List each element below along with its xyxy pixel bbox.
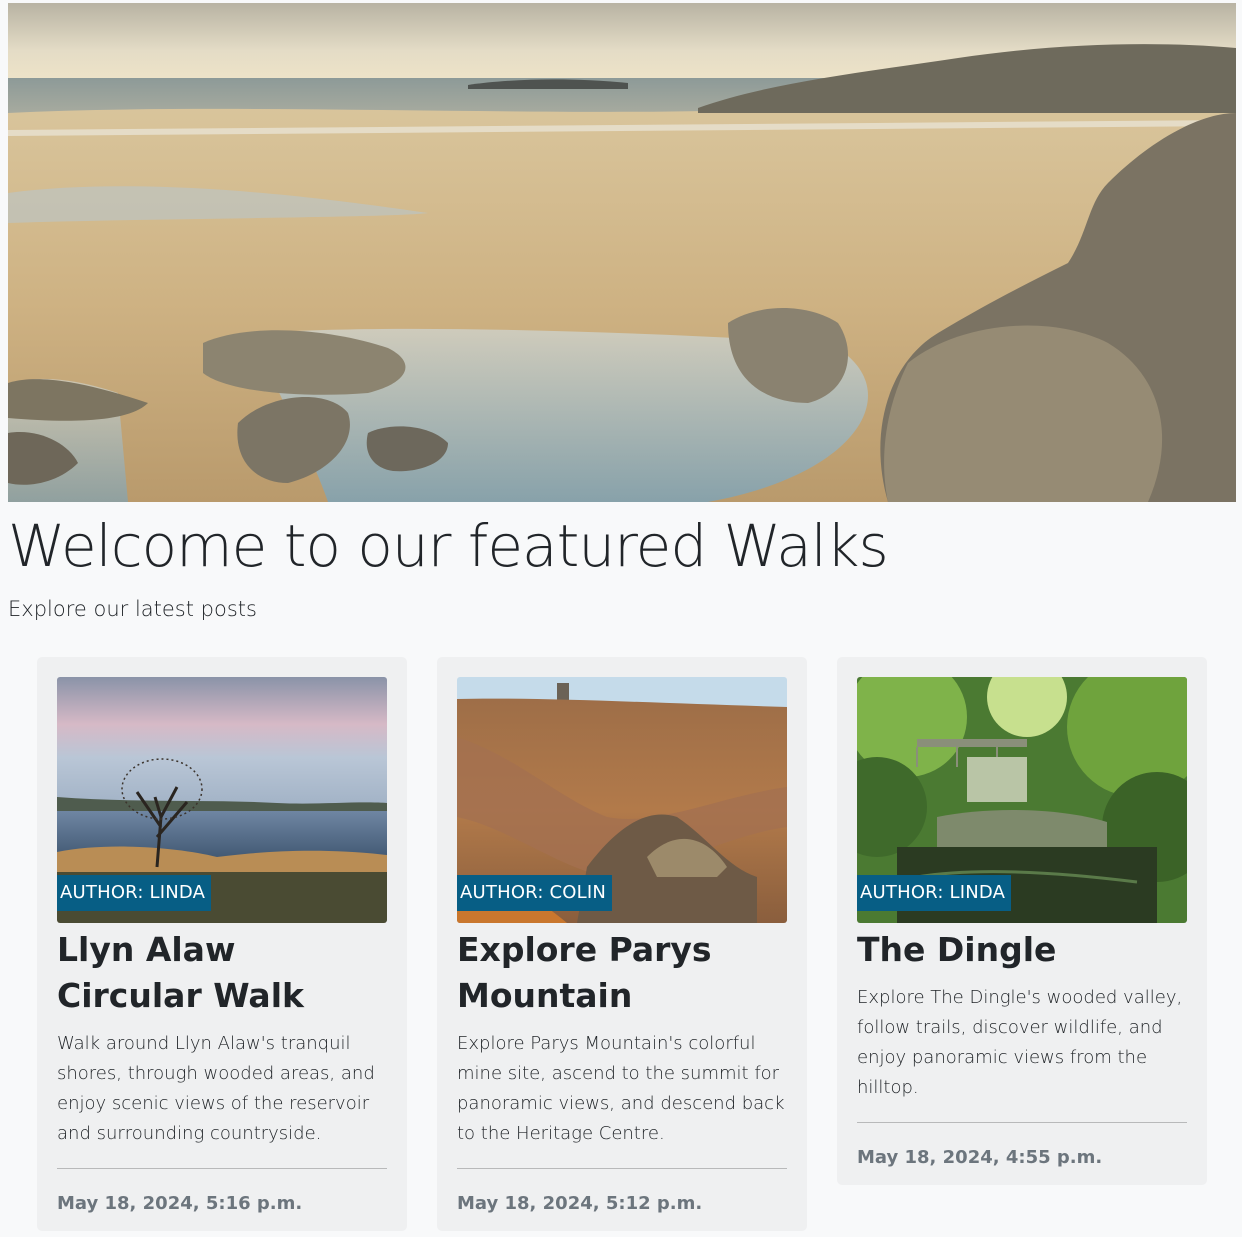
post-date: May 18, 2024, 4:55 p.m. bbox=[857, 1147, 1103, 1168]
post-image[interactable]: AUTHOR: LINDA bbox=[57, 677, 387, 923]
author-badge: AUTHOR: COLIN bbox=[457, 875, 613, 911]
post-card[interactable]: AUTHOR: LINDA The Dingle Explore The Din… bbox=[837, 657, 1207, 1185]
post-cards: AUTHOR: LINDA Llyn Alaw Circular Walk Wa… bbox=[37, 657, 1207, 1237]
post-image[interactable]: AUTHOR: LINDA bbox=[857, 677, 1187, 923]
post-title[interactable]: Llyn Alaw Circular Walk bbox=[57, 927, 387, 1019]
page-title: Welcome to our featured Walks bbox=[8, 512, 889, 580]
post-description: Walk around Llyn Alaw's tranquil shores,… bbox=[57, 1033, 375, 1144]
post-date: May 18, 2024, 5:16 p.m. bbox=[57, 1193, 303, 1214]
page-subtitle: Explore our latest posts bbox=[8, 597, 257, 621]
page: Welcome to our featured Walks Explore ou… bbox=[0, 0, 1242, 1237]
post-card[interactable]: AUTHOR: COLIN Explore Parys Mountain Exp… bbox=[437, 657, 807, 1231]
author-badge: AUTHOR: LINDA bbox=[57, 875, 212, 911]
divider bbox=[57, 1168, 387, 1169]
post-date: May 18, 2024, 5:12 p.m. bbox=[457, 1193, 703, 1214]
hero-image bbox=[8, 3, 1236, 502]
post-description: Explore Parys Mountain's colorful mine s… bbox=[457, 1033, 785, 1144]
divider bbox=[857, 1122, 1187, 1123]
post-image[interactable]: AUTHOR: COLIN bbox=[457, 677, 787, 923]
divider bbox=[457, 1168, 787, 1169]
post-title[interactable]: Explore Parys Mountain bbox=[457, 927, 787, 1019]
post-card[interactable]: AUTHOR: LINDA Llyn Alaw Circular Walk Wa… bbox=[37, 657, 407, 1231]
author-badge: AUTHOR: LINDA bbox=[857, 875, 1012, 911]
post-description: Explore The Dingle's wooded valley, foll… bbox=[857, 987, 1183, 1098]
post-title[interactable]: The Dingle bbox=[857, 927, 1187, 973]
